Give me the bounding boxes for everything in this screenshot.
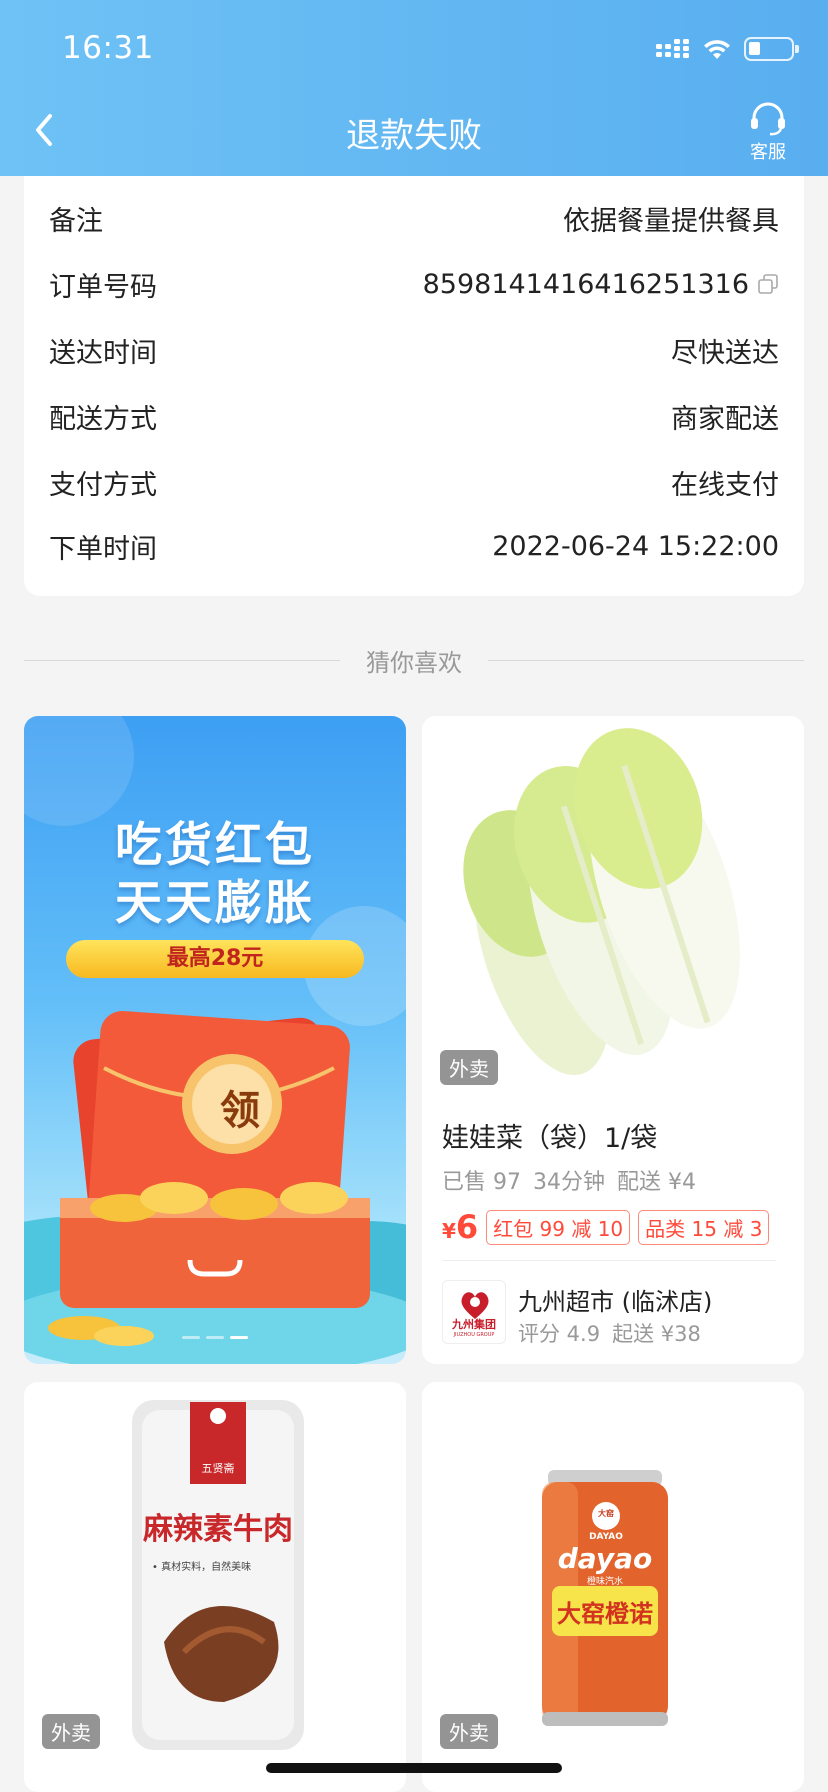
- product-name: 娃娃菜（袋）1/袋: [442, 1123, 658, 1154]
- cabbage-image: [463, 728, 740, 1075]
- recommend-title: 猜你喜欢: [366, 648, 462, 677]
- status-icons: [656, 34, 799, 64]
- page-title: 退款失败: [346, 116, 482, 156]
- soda-brand-en: DAYAO: [589, 1532, 623, 1542]
- info-row-delivery-time: 送达时间 尽快送达: [49, 330, 779, 370]
- shop-rating: 评分 4.9: [518, 1322, 601, 1346]
- info-label: 订单号码: [49, 271, 157, 303]
- info-value: 商家配送: [671, 403, 779, 435]
- shop-logo-subtext: JIUZHOU GROUP: [453, 1332, 495, 1338]
- info-label: 配送方式: [49, 403, 157, 435]
- sold-count: 已售 97: [442, 1170, 521, 1195]
- card-separator: [442, 1260, 776, 1261]
- delivery-tag: 外卖: [440, 1050, 498, 1085]
- product-card[interactable]: 外卖 娃娃菜（袋）1/袋 已售 97 34分钟 配送 ¥4 ¥6 红包 99 减…: [422, 716, 804, 1364]
- delivery-tag: 外卖: [440, 1714, 498, 1749]
- info-value: 尽快送达: [671, 337, 779, 369]
- soda-flavor: 橙味汽水: [586, 1577, 623, 1587]
- info-value: 2022-06-24 15:22:00: [492, 530, 779, 562]
- battery-icon: [744, 37, 799, 61]
- carousel-dot: [206, 1336, 224, 1339]
- divider-line: [488, 659, 804, 661]
- coupon-category: 品类 15 减 3: [638, 1209, 770, 1245]
- info-label: 送达时间: [49, 337, 157, 369]
- shop-logo: 九州集团 JIUZHOU GROUP: [442, 1280, 506, 1344]
- recommend-divider: 猜你喜欢: [24, 640, 804, 680]
- info-label: 下单时间: [49, 533, 157, 565]
- promo-line-2: 天天膨胀: [115, 876, 315, 931]
- shop-min-order: 起送 ¥38: [612, 1322, 701, 1346]
- coupon-red-packet: 红包 99 减 10: [486, 1209, 631, 1245]
- product-image-cabbage: 外卖: [422, 716, 804, 1096]
- red-packet-icon: [48, 1011, 370, 1346]
- order-number-value: 8598141416416251316: [422, 268, 749, 300]
- status-time: 16:31: [62, 30, 154, 66]
- info-row-order-number: 订单号码 8598141416416251316: [49, 264, 779, 304]
- delivery-fee: 配送 ¥4: [617, 1170, 696, 1195]
- customer-service-button[interactable]: 客服: [744, 102, 792, 164]
- carousel-dot: [182, 1336, 200, 1339]
- soda-logo: dayao: [557, 1542, 653, 1575]
- order-number-group: 8598141416416251316: [423, 269, 779, 300]
- product-card-orange-soda[interactable]: 大窑 DAYAO dayao 橙味汽水 大窑橙诺 外卖: [422, 1382, 804, 1792]
- info-row-payment-method: 支付方式 在线支付: [49, 462, 779, 502]
- copy-icon[interactable]: [757, 273, 779, 295]
- soda-brand: 大窑: [598, 1509, 614, 1518]
- headset-icon: [751, 102, 785, 136]
- soda-title: 大窑橙诺: [557, 1600, 653, 1628]
- info-row-delivery-method: 配送方式 商家配送: [49, 396, 779, 436]
- delivery-tag: 外卖: [42, 1714, 100, 1749]
- shop-logo-text: 九州集团: [452, 1318, 496, 1331]
- shop-name: 九州超市 (临沭店): [518, 1288, 713, 1316]
- divider-line: [24, 659, 340, 661]
- delivery-time: 34分钟: [533, 1170, 605, 1195]
- info-value: 依据餐量提供餐具: [563, 205, 779, 237]
- status-bar: 16:31: [0, 0, 828, 100]
- home-indicator: [266, 1763, 562, 1773]
- info-row-order-time: 下单时间 2022-06-24 15:22:00: [49, 526, 779, 566]
- info-label: 备注: [49, 205, 103, 237]
- beef-title: 麻辣素牛肉: [143, 1512, 293, 1547]
- wifi-icon: [704, 40, 730, 59]
- product-meta: 已售 97 34分钟 配送 ¥4: [442, 1164, 696, 1196]
- carousel-dots: [182, 1336, 248, 1339]
- product-price: ¥6: [442, 1208, 479, 1246]
- carousel-dot-active: [230, 1336, 248, 1339]
- promo-max-amount: 最高28元: [66, 940, 364, 978]
- red-packet-promo-banner[interactable]: 吃货红包 天天膨胀 最高28元 领: [24, 716, 406, 1364]
- info-value: 在线支付: [671, 469, 779, 501]
- info-label: 支付方式: [49, 469, 157, 501]
- order-info-card: 备注 依据餐量提供餐具 订单号码 8598141416416251316 送达时…: [24, 176, 804, 596]
- service-label: 客服: [750, 142, 786, 163]
- beef-subtitle: • 真材实料，自然美味: [152, 1562, 252, 1573]
- product-card-spicy-beef[interactable]: 五贤斋 麻辣素牛肉 • 真材实料，自然美味 外卖: [24, 1382, 406, 1792]
- promo-badge-text: 领: [220, 1088, 260, 1134]
- header: 16:31 退款失败 客服: [0, 0, 828, 176]
- shop-meta: 评分 4.9 起送 ¥38: [518, 1318, 701, 1348]
- price-row: ¥6 红包 99 减 10 品类 15 减 3: [442, 1208, 770, 1246]
- beef-brand: 五贤斋: [201, 1462, 235, 1475]
- signal-icon: [656, 39, 689, 58]
- info-row-remark: 备注 依据餐量提供餐具: [49, 198, 779, 238]
